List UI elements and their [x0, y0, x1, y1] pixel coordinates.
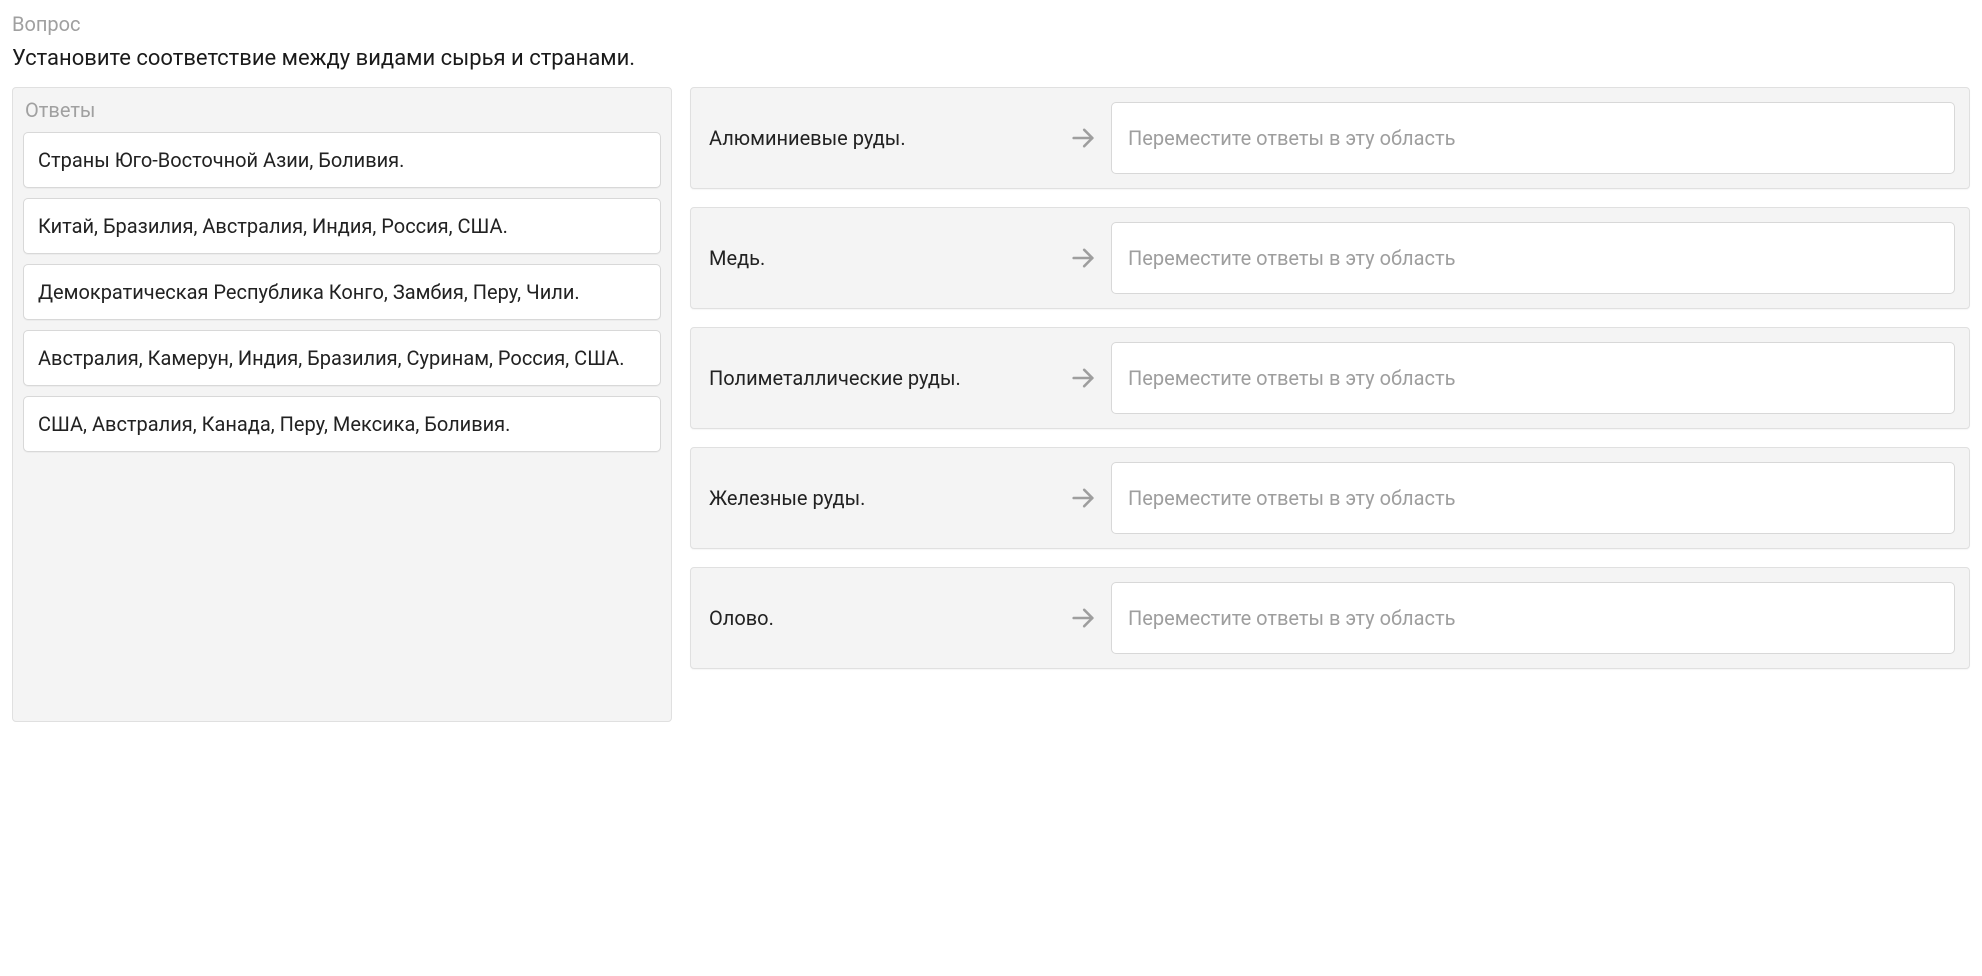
drop-zone[interactable]: Переместите ответы в эту область	[1111, 462, 1955, 534]
question-label: Вопрос	[12, 12, 1970, 36]
targets-column: Алюминиевые руды. Переместите ответы в э…	[690, 87, 1970, 669]
target-row: Олово. Переместите ответы в эту область	[690, 567, 1970, 669]
answers-label: Ответы	[23, 98, 661, 122]
answer-chip[interactable]: США, Австралия, Канада, Перу, Мексика, Б…	[23, 396, 661, 452]
target-label: Медь.	[705, 246, 1055, 270]
arrow-right-icon	[1069, 484, 1097, 512]
drop-zone[interactable]: Переместите ответы в эту область	[1111, 582, 1955, 654]
drop-zone[interactable]: Переместите ответы в эту область	[1111, 102, 1955, 174]
target-label: Полиметаллические руды.	[705, 366, 1055, 390]
target-label: Алюминиевые руды.	[705, 126, 1055, 150]
drop-zone[interactable]: Переместите ответы в эту область	[1111, 342, 1955, 414]
target-label: Железные руды.	[705, 486, 1055, 510]
arrow-right-icon	[1069, 124, 1097, 152]
drop-zone[interactable]: Переместите ответы в эту область	[1111, 222, 1955, 294]
matching-container: Ответы Страны Юго-Восточной Азии, Боливи…	[12, 87, 1970, 722]
target-row: Алюминиевые руды. Переместите ответы в э…	[690, 87, 1970, 189]
target-label: Олово.	[705, 606, 1055, 630]
arrow-right-icon	[1069, 604, 1097, 632]
target-row: Железные руды. Переместите ответы в эту …	[690, 447, 1970, 549]
answer-chip[interactable]: Страны Юго-Восточной Азии, Боливия.	[23, 132, 661, 188]
question-text: Установите соответствие между видами сыр…	[12, 46, 1970, 71]
arrow-right-icon	[1069, 244, 1097, 272]
answer-chip[interactable]: Демократическая Республика Конго, Замбия…	[23, 264, 661, 320]
answer-chip[interactable]: Китай, Бразилия, Австралия, Индия, Росси…	[23, 198, 661, 254]
answers-panel: Ответы Страны Юго-Восточной Азии, Боливи…	[12, 87, 672, 722]
arrow-right-icon	[1069, 364, 1097, 392]
target-row: Медь. Переместите ответы в эту область	[690, 207, 1970, 309]
answer-chip[interactable]: Австралия, Камерун, Индия, Бразилия, Сур…	[23, 330, 661, 386]
target-row: Полиметаллические руды. Переместите отве…	[690, 327, 1970, 429]
